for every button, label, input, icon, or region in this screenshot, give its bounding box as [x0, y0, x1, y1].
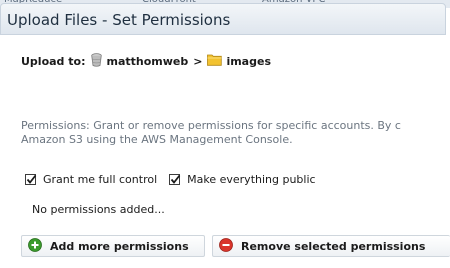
remove-selected-permissions-button[interactable]: Remove selected permissions	[212, 235, 450, 257]
upload-permissions-dialog: MapReduce CloudFront Amazon VPC Upload F…	[0, 0, 450, 268]
permissions-description: Permissions: Grant or remove permissions…	[21, 119, 450, 147]
permissions-description-line1: Permissions: Grant or remove permissions…	[21, 119, 401, 132]
no-permissions-message: No permissions added...	[32, 203, 165, 216]
add-more-permissions-button[interactable]: Add more permissions	[21, 235, 205, 257]
checkmark-icon	[170, 174, 181, 184]
make-public-label[interactable]: Make everything public	[187, 173, 315, 186]
remove-selected-permissions-label: Remove selected permissions	[241, 239, 426, 253]
folder-name-link[interactable]: images	[226, 55, 271, 68]
folder-icon	[207, 53, 223, 69]
dialog-title: Upload Files - Set Permissions	[7, 11, 231, 29]
plus-circle-icon	[28, 237, 42, 255]
bucket-name-link[interactable]: matthomweb	[106, 55, 188, 68]
path-separator: >	[193, 54, 203, 68]
dialog-titlebar: Upload Files - Set Permissions	[0, 3, 446, 35]
minus-circle-icon	[219, 237, 233, 255]
grant-full-control-checkbox[interactable]	[25, 174, 37, 185]
permissions-description-line2: Amazon S3 using the AWS Management Conso…	[21, 133, 293, 146]
grant-full-control-label[interactable]: Grant me full control	[43, 173, 157, 186]
upload-destination: Upload to: matthomweb > images	[21, 52, 271, 70]
bucket-icon	[91, 52, 103, 70]
add-more-permissions-label: Add more permissions	[50, 239, 189, 253]
permission-options: Grant me full control Make everything pu…	[25, 173, 316, 186]
make-public-checkbox[interactable]	[169, 174, 181, 185]
upload-to-label: Upload to:	[21, 54, 86, 68]
checkmark-icon	[26, 174, 37, 184]
